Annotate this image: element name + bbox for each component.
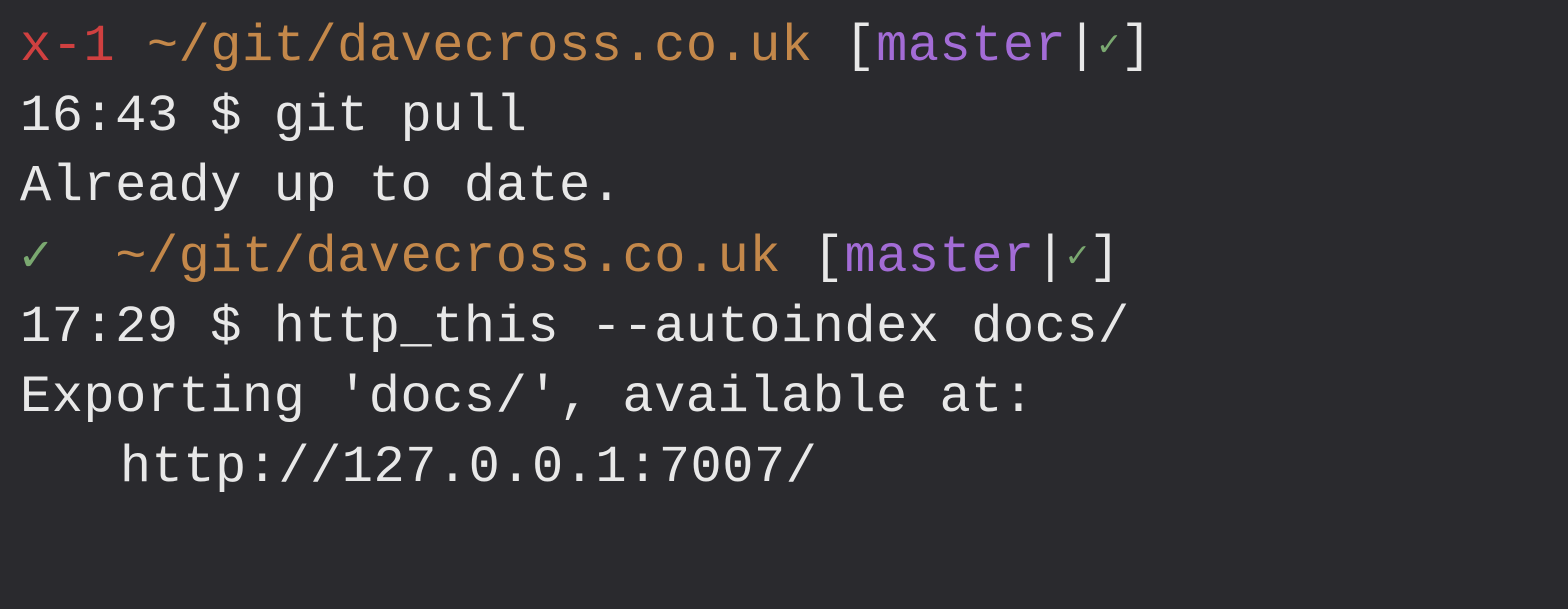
check-icon: ✓: [1066, 236, 1088, 277]
spacer: [179, 298, 211, 357]
exit-status: x-1: [20, 17, 115, 76]
prompt-command-line[interactable]: 16:43 $ git pull: [20, 82, 1548, 152]
cwd-path: ~/git/davecross.co.uk: [147, 17, 813, 76]
bracket-open: [: [813, 228, 845, 287]
spacer: [179, 87, 211, 146]
check-icon: ✓: [1098, 26, 1120, 67]
spacer: [52, 228, 115, 287]
spacer: [242, 298, 274, 357]
exit-status: ✓: [20, 228, 52, 287]
spacer: [781, 228, 813, 287]
git-branch: master: [844, 228, 1034, 287]
timestamp: 17:29: [20, 298, 179, 357]
git-branch: master: [876, 17, 1066, 76]
timestamp: 16:43: [20, 87, 179, 146]
output-line: Already up to date.: [20, 152, 1548, 222]
command-text: http_this --autoindex docs/: [274, 298, 1130, 357]
prompt-header-line: x-1 ~/git/davecross.co.uk [master|✓]: [20, 12, 1548, 82]
prompt-command-line[interactable]: 17:29 $ http_this --autoindex docs/: [20, 293, 1548, 363]
prompt-symbol: $: [210, 87, 242, 146]
prompt-header-line: ✓ ~/git/davecross.co.uk [master|✓]: [20, 223, 1548, 293]
cwd-path: ~/git/davecross.co.uk: [115, 228, 781, 287]
output-line: Exporting 'docs/', available at:: [20, 363, 1548, 433]
spacer: [115, 17, 147, 76]
spacer: [813, 17, 845, 76]
output-url-line: http://127.0.0.1:7007/: [20, 433, 1548, 503]
bracket-close: ]: [1089, 228, 1121, 287]
command-text: git pull: [274, 87, 528, 146]
bracket-close: ]: [1120, 17, 1152, 76]
bracket-open: [: [844, 17, 876, 76]
pipe: |: [1066, 17, 1098, 76]
pipe: |: [1035, 228, 1067, 287]
prompt-symbol: $: [210, 298, 242, 357]
spacer: [242, 87, 274, 146]
